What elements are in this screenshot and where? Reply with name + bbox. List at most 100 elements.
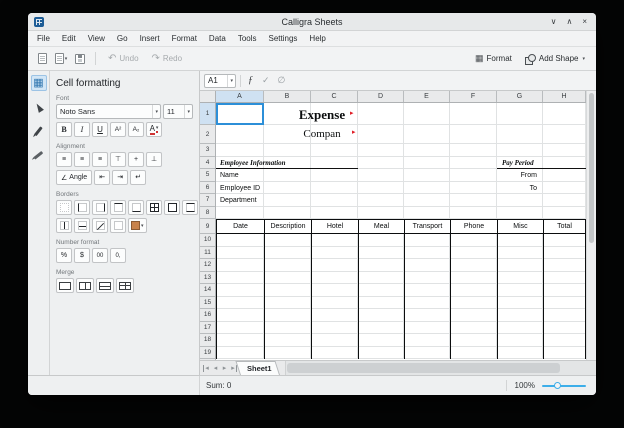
cell-employee-information[interactable]: Employee Information xyxy=(220,159,286,168)
menu-format[interactable]: Format xyxy=(166,31,203,46)
row-header-4[interactable]: 4 xyxy=(200,157,215,170)
row-header-1[interactable]: 1 xyxy=(200,103,215,125)
row-header-16[interactable]: 16 xyxy=(200,309,215,322)
row-header-15[interactable]: 15 xyxy=(200,297,215,310)
border-top-button[interactable] xyxy=(110,200,126,215)
wrap-text-button[interactable]: ↵ xyxy=(130,170,146,185)
merge-vertical-button[interactable] xyxy=(96,278,114,293)
column-header-E[interactable]: E xyxy=(404,91,450,102)
menu-file[interactable]: File xyxy=(31,31,56,46)
row-header-10[interactable]: 10 xyxy=(200,234,215,247)
column-header-D[interactable]: D xyxy=(358,91,404,102)
close-icon[interactable]: × xyxy=(582,18,587,26)
first-sheet-button[interactable]: ◂ xyxy=(202,365,211,372)
border-remove-button[interactable] xyxy=(110,218,126,233)
zoom-slider[interactable] xyxy=(542,381,586,390)
menu-go[interactable]: Go xyxy=(111,31,134,46)
merge-horizontal-button[interactable] xyxy=(76,278,94,293)
menu-tools[interactable]: Tools xyxy=(232,31,263,46)
cell-employee-id[interactable]: Employee ID xyxy=(220,184,260,193)
border-bottom-button[interactable] xyxy=(128,200,144,215)
undo-button[interactable]: ↶ Undo xyxy=(104,50,143,68)
border-diagonal-button[interactable] xyxy=(92,218,108,233)
border-color-button[interactable]: ▾ xyxy=(128,218,147,233)
increase-precision-button[interactable]: 00 xyxy=(92,248,108,263)
cell-from[interactable]: From xyxy=(497,171,540,180)
select-all-corner[interactable] xyxy=(200,91,216,103)
next-sheet-button[interactable]: ▸ xyxy=(220,365,229,372)
selection-a1[interactable] xyxy=(216,103,264,125)
font-family-select[interactable]: Noto Sans ▾ xyxy=(56,104,161,119)
font-color-button[interactable]: A ▾ xyxy=(146,122,162,137)
format-button[interactable]: ▦ Format xyxy=(471,50,516,68)
align-right-button[interactable]: ≡ xyxy=(92,152,108,167)
row-header-14[interactable]: 14 xyxy=(200,284,215,297)
shape-select-tool-button[interactable] xyxy=(31,99,47,115)
money-format-button[interactable]: $ xyxy=(74,248,90,263)
border-all-button[interactable] xyxy=(146,200,162,215)
table-header-date[interactable]: Date xyxy=(216,219,265,234)
border-outline-button[interactable] xyxy=(164,200,180,215)
superscript-button[interactable]: A² xyxy=(110,122,126,137)
bold-button[interactable]: B xyxy=(56,122,72,137)
merge-cells-button[interactable] xyxy=(56,278,74,293)
row-header-9[interactable]: 9 xyxy=(200,219,215,234)
italic-button[interactable]: I xyxy=(74,122,90,137)
row-header-17[interactable]: 17 xyxy=(200,322,215,335)
cell-name[interactable]: Name xyxy=(220,171,239,180)
column-header-A[interactable]: A xyxy=(216,91,264,102)
row-header-18[interactable]: 18 xyxy=(200,334,215,347)
row-header-6[interactable]: 6 xyxy=(200,182,215,195)
menu-view[interactable]: View xyxy=(82,31,111,46)
row-header-3[interactable]: 3 xyxy=(200,144,215,157)
horizontal-scrollbar[interactable] xyxy=(285,361,596,375)
save-button[interactable] xyxy=(73,50,87,68)
open-document-button[interactable]: ▾ xyxy=(54,50,68,68)
previous-sheet-button[interactable]: ◂ xyxy=(211,365,220,372)
menu-help[interactable]: Help xyxy=(303,31,331,46)
cell-pay-period[interactable]: Pay Period xyxy=(502,159,534,168)
titlebar[interactable]: Calligra Sheets ∨ ∧ × xyxy=(28,13,596,31)
cell-department[interactable]: Department xyxy=(220,196,257,205)
add-shape-button[interactable]: Add Shape ▾ xyxy=(521,50,589,68)
row-header-2[interactable]: 2 xyxy=(200,125,215,144)
row-header-7[interactable]: 7 xyxy=(200,194,215,207)
menu-data[interactable]: Data xyxy=(203,31,232,46)
zoom-slider-handle[interactable] xyxy=(554,382,561,389)
cell-expense-title[interactable]: Expense xyxy=(256,105,388,124)
decrease-precision-button[interactable]: 0, xyxy=(110,248,126,263)
new-document-button[interactable] xyxy=(35,50,49,68)
freehand-tool-button[interactable] xyxy=(31,147,47,163)
underline-button[interactable]: U xyxy=(92,122,108,137)
maximize-icon[interactable]: ∧ xyxy=(566,18,572,26)
table-header-meal[interactable]: Meal xyxy=(358,219,405,234)
cell-reference-box[interactable]: A1 ▾ xyxy=(204,74,236,88)
border-none-button[interactable] xyxy=(56,200,72,215)
border-horizontal-button[interactable] xyxy=(182,200,198,215)
border-vertical-button[interactable] xyxy=(56,218,72,233)
redo-button[interactable]: ↷ Redo xyxy=(148,50,187,68)
row-header-13[interactable]: 13 xyxy=(200,272,215,285)
percent-format-button[interactable]: % xyxy=(56,248,72,263)
valign-middle-button[interactable]: + xyxy=(128,152,144,167)
column-header-C[interactable]: C xyxy=(311,91,358,102)
align-center-button[interactable]: ≡ xyxy=(74,152,90,167)
border-inner-horizontal-button[interactable] xyxy=(74,218,90,233)
horizontal-scrollbar-thumb[interactable] xyxy=(287,363,560,373)
apply-button[interactable]: ✓ xyxy=(260,75,272,86)
column-header-B[interactable]: B xyxy=(264,91,311,102)
border-left-button[interactable] xyxy=(74,200,90,215)
function-button[interactable]: ƒ xyxy=(245,75,256,86)
angle-button[interactable]: ∠ Angle xyxy=(56,170,92,185)
cells-viewport[interactable]: Expense ▸ Compan ▸ Employee Information … xyxy=(216,103,586,359)
vertical-scrollbar-thumb[interactable] xyxy=(589,93,594,243)
table-header-description[interactable]: Description xyxy=(264,219,312,234)
menu-settings[interactable]: Settings xyxy=(263,31,304,46)
row-header-19[interactable]: 19 xyxy=(200,347,215,360)
column-header-F[interactable]: F xyxy=(450,91,497,102)
menu-insert[interactable]: Insert xyxy=(134,31,166,46)
cancel-button[interactable]: ∅ xyxy=(276,75,288,86)
align-left-button[interactable]: ≡ xyxy=(56,152,72,167)
row-header-11[interactable]: 11 xyxy=(200,247,215,260)
table-header-phone[interactable]: Phone xyxy=(450,219,498,234)
